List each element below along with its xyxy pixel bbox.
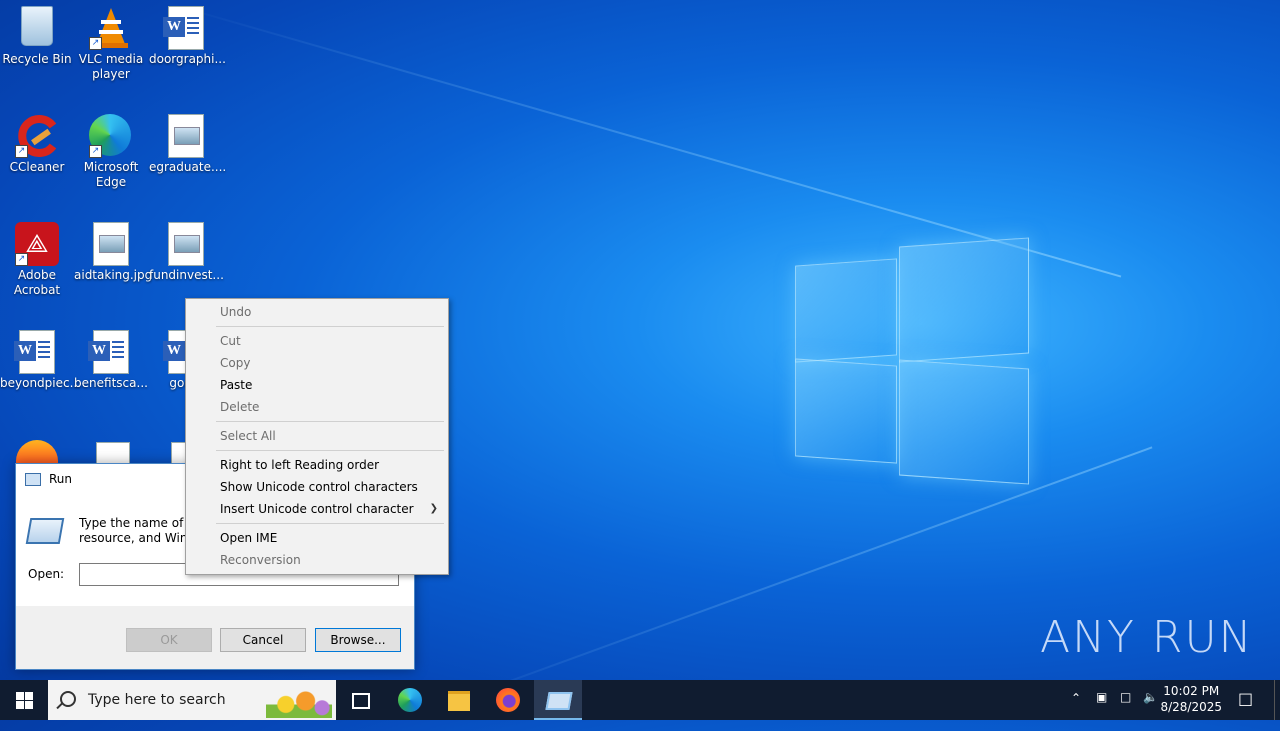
search-placeholder: Type here to search <box>88 692 226 708</box>
desktop-icon-vlc[interactable]: ↗ VLC media player <box>74 0 148 82</box>
anyrun-watermark: ANY RUN <box>1040 612 1254 663</box>
desktop-icon-ccleaner[interactable]: ↗ CCleaner <box>0 108 74 175</box>
taskbar-firefox[interactable] <box>484 680 532 720</box>
menu-item-insert-unicode[interactable]: Insert Unicode control character <box>220 498 414 520</box>
menu-item-cut[interactable]: Cut <box>220 330 241 352</box>
task-view-icon <box>352 693 370 709</box>
folder-icon <box>448 691 470 711</box>
clock-time: 10:02 PM <box>1163 684 1220 698</box>
menu-separator <box>216 450 444 451</box>
notification-icon[interactable]: □ <box>1238 689 1253 729</box>
menu-item-delete[interactable]: Delete <box>220 396 259 418</box>
taskbar: Type here to search ⌃ ▣ □ 🔈 10:02 PM 8/2… <box>0 680 1280 720</box>
menu-item-show-unicode[interactable]: Show Unicode control characters <box>220 476 418 498</box>
menu-item-undo[interactable]: Undo <box>220 301 251 323</box>
context-menu: Undo Cut Copy Paste Delete Select All Ri… <box>185 298 449 575</box>
menu-separator <box>216 326 444 327</box>
chevron-right-icon: ❯ <box>429 503 438 514</box>
menu-item-select-all[interactable]: Select All <box>220 425 276 447</box>
desktop-icon-egraduate[interactable]: egraduate.... <box>149 108 226 175</box>
start-button[interactable] <box>0 680 48 720</box>
run-footer: OK Cancel Browse... <box>16 607 414 669</box>
taskbar-file-explorer[interactable] <box>435 680 483 720</box>
firefox-icon <box>496 688 520 712</box>
run-title: Run <box>49 472 73 486</box>
run-icon <box>25 472 41 486</box>
acrobat-icon: ⟁ ↗ <box>15 222 59 266</box>
menu-item-copy[interactable]: Copy <box>220 352 250 374</box>
menu-item-open-ime[interactable]: Open IME <box>220 527 277 549</box>
edge-icon: ↗ <box>89 114 133 158</box>
search-highlight-flowers-icon <box>266 684 332 718</box>
cancel-button[interactable]: Cancel <box>220 628 306 652</box>
image-file-icon <box>93 222 129 266</box>
taskbar-clock[interactable]: 10:02 PM 8/28/2025 <box>1160 683 1222 715</box>
browse-button[interactable]: Browse... <box>315 628 401 652</box>
menu-separator <box>216 421 444 422</box>
run-app-icon <box>25 518 65 544</box>
menu-item-reconversion[interactable]: Reconversion <box>220 549 301 571</box>
task-view-button[interactable] <box>336 680 384 720</box>
menu-item-paste[interactable]: Paste <box>220 374 252 396</box>
desktop-icon-benefitsca[interactable]: W benefitsca... <box>74 324 148 391</box>
meet-now-icon[interactable]: ▣ <box>1096 690 1107 730</box>
windows-wallpaper-logo <box>795 237 1030 485</box>
image-file-icon <box>168 222 204 266</box>
volume-icon[interactable]: 🔈 <box>1143 690 1158 730</box>
vlc-cone-icon: ↗ <box>89 6 133 50</box>
recycle-bin-icon <box>15 6 59 50</box>
wallpaper-beam <box>159 0 1122 278</box>
run-icon <box>545 692 573 710</box>
windows-logo-icon <box>16 692 24 700</box>
open-label: Open: <box>28 567 65 581</box>
ccleaner-icon: ↗ <box>15 114 59 158</box>
desktop-icon-beyondpiec[interactable]: W beyondpiec... <box>0 324 81 391</box>
word-document-icon: W <box>163 6 204 50</box>
network-icon[interactable]: □ <box>1120 690 1131 730</box>
desktop-icon-aidtaking[interactable]: aidtaking.jpg <box>74 216 152 283</box>
menu-separator <box>216 523 444 524</box>
taskbar-edge[interactable] <box>386 680 434 720</box>
search-icon <box>60 691 76 707</box>
run-description: Type the name of a p resource, and Windo <box>79 516 189 545</box>
desktop-icon-edge[interactable]: ↗ Microsoft Edge <box>74 108 148 190</box>
chevron-up-icon[interactable]: ⌃ <box>1071 691 1081 731</box>
desktop-icon-fundinvest[interactable]: fundinvest... <box>149 216 224 283</box>
clock-date: 8/28/2025 <box>1160 700 1222 714</box>
desktop-icon-recycle-bin[interactable]: Recycle Bin <box>0 0 74 67</box>
word-document-icon: W <box>14 330 55 374</box>
image-file-icon <box>168 114 204 158</box>
desktop-icon-adobe-acrobat[interactable]: ⟁ ↗ Adobe Acrobat <box>0 216 74 298</box>
taskbar-search-box[interactable]: Type here to search <box>48 680 336 720</box>
show-desktop-button[interactable] <box>1274 680 1280 720</box>
ok-button[interactable]: OK <box>126 628 212 652</box>
desktop-icon-doorgraphi[interactable]: W doorgraphi... <box>149 0 226 67</box>
word-document-icon: W <box>88 330 129 374</box>
edge-icon <box>398 688 422 712</box>
taskbar-run-active[interactable] <box>534 680 582 720</box>
desktop-icon-firefox-partial[interactable] <box>16 440 58 464</box>
menu-item-rtl-reading-order[interactable]: Right to left Reading order <box>220 454 379 476</box>
